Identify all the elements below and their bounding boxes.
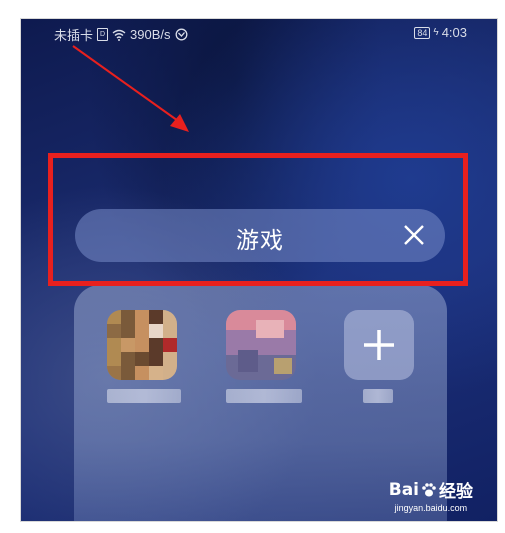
app-label-2	[226, 389, 302, 403]
status-bar: 未插卡 D 390B/s 84 ϟ 4:03	[21, 19, 497, 49]
vpn-icon	[175, 28, 187, 41]
annotation-highlight-box	[48, 153, 468, 286]
app-label-1	[107, 389, 181, 403]
watermark-brand-left: Bai	[388, 479, 419, 500]
phone-screen: 未插卡 D 390B/s 84 ϟ 4:03 游戏 Bai 经验 jingyan…	[21, 19, 497, 521]
plus-icon	[364, 330, 394, 360]
clock-time: 4:03	[441, 25, 467, 40]
charging-icon: ϟ	[433, 27, 439, 38]
carrier-text: 未插卡	[54, 28, 94, 43]
wifi-icon	[112, 29, 126, 41]
network-speed: 390B/s	[130, 27, 171, 42]
game-app-1-icon[interactable]	[107, 310, 177, 380]
game-app-2-icon[interactable]	[226, 310, 296, 380]
sim-icon: D	[97, 28, 109, 41]
battery-icon: 84	[414, 26, 431, 39]
status-left: 未插卡 D 390B/s	[54, 25, 188, 44]
paw-icon	[422, 482, 436, 496]
watermark-brand-right: 经验	[439, 482, 473, 502]
status-right: 84 ϟ 4:03	[414, 25, 467, 40]
watermark-brand: Bai 经验	[388, 477, 473, 503]
baidu-jingyan-watermark: Bai 经验 jingyan.baidu.com	[388, 477, 473, 514]
watermark-url: jingyan.baidu.com	[394, 503, 468, 513]
app-label-3	[363, 389, 393, 403]
add-app-button[interactable]	[344, 310, 414, 380]
